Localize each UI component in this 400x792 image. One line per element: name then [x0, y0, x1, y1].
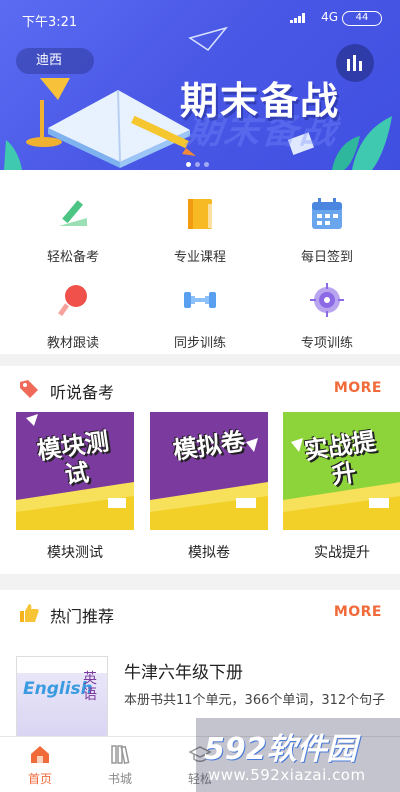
- city-selector[interactable]: 迪西: [16, 48, 94, 74]
- book-icon: [188, 199, 212, 229]
- card-label-wrap: 模块测试: [16, 412, 134, 572]
- status-time: 下午3:21: [22, 15, 78, 30]
- banner-title: 期末备战: [180, 79, 341, 123]
- watermark-brand: 592软件园: [204, 732, 357, 767]
- card-label: 模块测试: [47, 545, 103, 561]
- quick-menu-label: 同步训练: [173, 336, 226, 351]
- card-label-wrap: 实战提升: [283, 412, 400, 572]
- quick-menu-label: 每日签到: [300, 250, 353, 265]
- section-header: 听说备考 MORE: [0, 366, 400, 412]
- section-title: 听说备考: [50, 383, 115, 402]
- section-header: 热门推荐 MORE: [0, 590, 400, 636]
- bars-icon: [347, 55, 362, 71]
- quick-menu-item[interactable]: 轻松备考: [13, 178, 133, 265]
- home-icon: [31, 746, 49, 763]
- quick-menu-label: 轻松备考: [46, 250, 99, 265]
- quick-menu-item[interactable]: 专业课程: [140, 178, 260, 265]
- quick-menu-item[interactable]: 同步训练: [140, 264, 260, 351]
- book-cover[interactable]: English 英语: [16, 656, 108, 746]
- status-bar: 下午3:21 4G 44: [0, 0, 400, 34]
- listening-section: 听说备考 MORE 模块测试 模拟卷 实战提升 模块测试 模拟卷 实战提升: [0, 366, 400, 574]
- section-title: 热门推荐: [50, 607, 115, 626]
- watermark-url: www.592xiazai.com: [208, 766, 366, 784]
- microphone-icon: [58, 285, 87, 317]
- quick-menu-label: 专项训练: [300, 336, 353, 351]
- book-title[interactable]: 牛津六年级下册: [124, 658, 243, 683]
- dumbbell-icon: [184, 292, 216, 308]
- tab-home[interactable]: 首页: [0, 737, 80, 792]
- carousel-dot: [204, 162, 209, 167]
- menu-button[interactable]: [336, 44, 374, 82]
- signal-icon: [290, 13, 305, 23]
- more-link[interactable]: MORE: [334, 604, 382, 620]
- book-cover-title-cn: 英语: [83, 671, 97, 703]
- quick-menu-item[interactable]: 教材跟读: [13, 264, 133, 351]
- calendar-icon: [312, 198, 342, 229]
- target-icon: [310, 283, 344, 317]
- carousel-dot: [186, 162, 191, 167]
- quick-menu-label: 专业课程: [173, 250, 226, 265]
- carousel-dot: [195, 162, 200, 167]
- card-label: 实战提升: [314, 545, 370, 561]
- watermark: 592软件园 www.592xiazai.com: [196, 718, 400, 792]
- books-icon: [111, 745, 130, 765]
- book-description: 本册书共11个单元，366个单词，312个句子: [124, 693, 386, 708]
- card-label: 模拟卷: [188, 545, 230, 561]
- quick-menu-label: 教材跟读: [46, 336, 99, 351]
- card-label-wrap: 模拟卷: [150, 412, 268, 572]
- battery-icon: 44: [342, 11, 382, 26]
- more-link[interactable]: MORE: [334, 380, 382, 396]
- tab-label: 首页: [27, 772, 52, 786]
- tab-label: 书城: [107, 772, 132, 786]
- network-type: 4G: [321, 10, 338, 24]
- hot-section: 热门推荐 MORE English 英语 牛津六年级下册 本册书共11个单元，3…: [0, 590, 400, 746]
- tag-icon: [20, 380, 38, 398]
- tab-bookstore[interactable]: 书城: [80, 737, 160, 792]
- thumbs-up-icon: [20, 604, 39, 622]
- promo-banner[interactable]: 下午3:21 4G 44 迪西 期末备战 期末备战: [0, 0, 400, 170]
- pencil-ruler-icon: [59, 200, 87, 226]
- quick-menu-item[interactable]: 每日签到: [267, 178, 387, 265]
- quick-menu-grid: 轻松备考 专业课程 每日签到 教材跟读 同步训练 专项训练: [0, 170, 400, 354]
- quick-menu-item[interactable]: 专项训练: [267, 264, 387, 351]
- carousel-indicator: [186, 152, 213, 170]
